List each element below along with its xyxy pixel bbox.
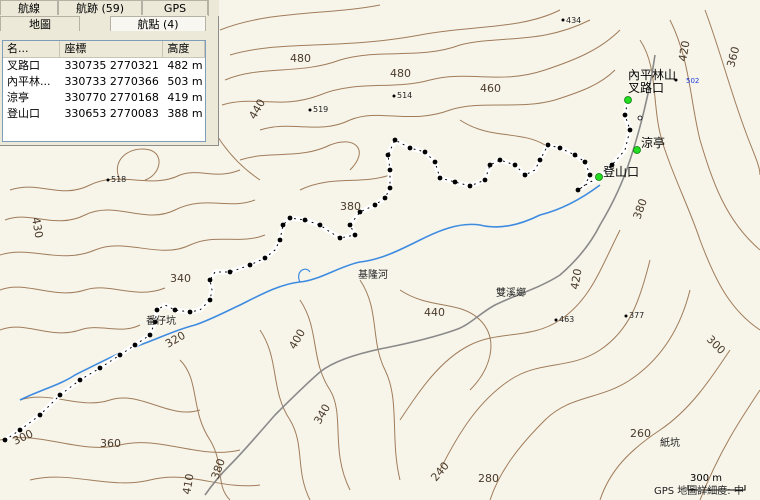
waypoint-elevation: 388 m [167, 107, 203, 120]
tab-tracks[interactable]: 航跡 (59) [58, 0, 142, 15]
column-header-coords[interactable]: 座標 [60, 41, 164, 57]
waypoint-name: 叉路口 [7, 59, 40, 72]
waypoint-marker [637, 115, 643, 121]
waypoint-elevation: 503 m [167, 75, 203, 88]
waypoint-row[interactable]: 內平林... 330733 2770366 503 m [3, 74, 205, 90]
contour-label: 260 [630, 427, 651, 440]
peak-label: 502 [686, 77, 699, 85]
waypoint-label: 內平林山 [628, 68, 676, 82]
contour-label: 440 [424, 306, 445, 319]
waypoint-list[interactable]: 名... 座標 高度 叉路口 330735 2770321 482 m 內平林.… [2, 40, 206, 142]
spot-height: 463 [559, 315, 574, 324]
contour-label: 380 [340, 200, 361, 213]
waypoint-elevation: 482 m [167, 59, 203, 72]
waypoint-marker [595, 173, 603, 181]
waypoint-list-header: 名... 座標 高度 [3, 41, 205, 58]
waypoint-label: 叉路口 [628, 80, 664, 95]
contour-label: 360 [100, 437, 121, 450]
contour-label: 340 [170, 272, 191, 285]
waypoint-coords: 330733 2770366 [64, 75, 159, 88]
spot-height: 377 [629, 311, 644, 320]
waypoint-name: 內平林... [7, 75, 51, 88]
spot-height: 518 [111, 175, 126, 184]
place-label: 基隆河 [358, 268, 388, 281]
contour-label: 280 [478, 472, 499, 485]
contour-label: 480 [290, 52, 311, 65]
waypoint-panel: 航線 航跡 (59) GPS 地圖 航點 (4) 名... 座標 高度 叉路口 … [0, 0, 219, 146]
waypoint-marker [624, 96, 632, 104]
waypoint-coords: 330770 2770168 [64, 91, 159, 104]
waypoint-label: 登山口 [603, 164, 639, 179]
waypoint-coords: 330735 2770321 [64, 59, 159, 72]
spot-height: 434 [566, 16, 581, 25]
waypoint-row[interactable]: 登山口 330653 2770083 388 m [3, 106, 205, 122]
tab-waypoints[interactable]: 航點 (4) [110, 16, 206, 31]
waypoint-coords: 330653 2770083 [64, 107, 159, 120]
waypoint-label: 涼亭 [641, 135, 665, 150]
waypoint-elevation: 419 m [167, 91, 203, 104]
waypoint-row[interactable]: 涼亭 330770 2770168 419 m [3, 90, 205, 106]
waypoint-name: 涼亭 [7, 91, 29, 104]
contour-label: 480 [390, 67, 411, 80]
tab-scroll-button[interactable] [208, 0, 219, 16]
place-label: 番仔坑 [146, 314, 176, 327]
waypoint-marker [633, 146, 641, 154]
spot-height: 514 [397, 91, 412, 100]
column-header-name[interactable]: 名... [3, 41, 61, 57]
tab-map[interactable]: 地圖 [0, 16, 80, 31]
place-label: 雙溪鄉 [496, 286, 526, 299]
scale-label: 300 m [690, 473, 722, 484]
place-label: 紙坑 [660, 436, 680, 449]
contour-label: 460 [480, 82, 501, 95]
waypoint-name: 登山口 [7, 107, 40, 120]
map-detail-label: GPS 地圖詳細度: 中 [654, 484, 744, 497]
column-header-elevation[interactable]: 高度 [163, 41, 205, 57]
waypoint-row[interactable]: 叉路口 330735 2770321 482 m [3, 58, 205, 74]
tab-gps[interactable]: GPS [142, 0, 208, 15]
tab-routes[interactable]: 航線 [0, 0, 58, 15]
spot-height: 519 [313, 105, 328, 114]
